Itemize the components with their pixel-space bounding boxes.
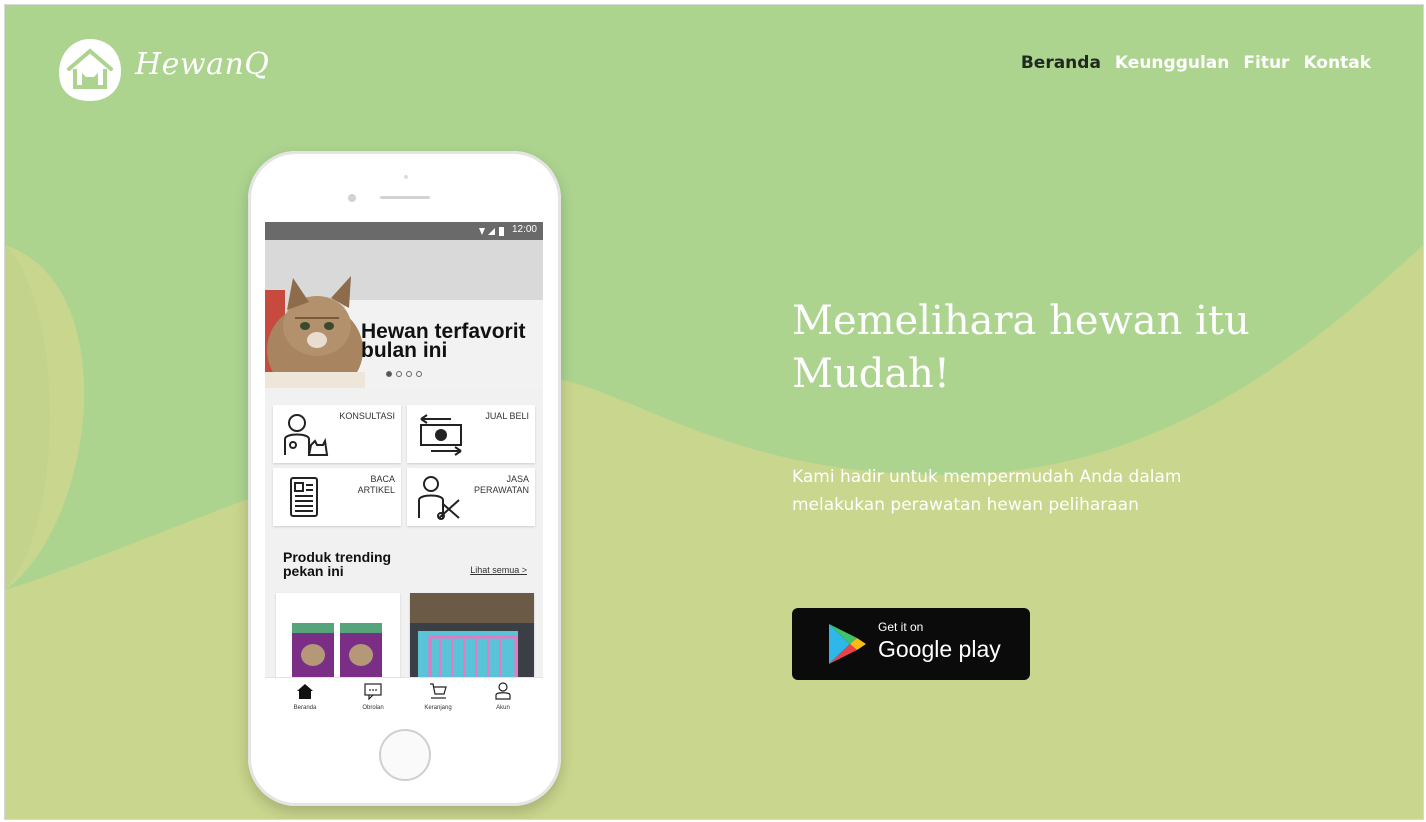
nav-link-beranda[interactable]: Beranda [1021,53,1101,73]
article-icon [290,477,318,517]
google-play-icon [829,624,866,664]
landing-page: HewanQ Beranda Keunggulan Fitur Kontak M… [0,0,1426,822]
menu-label-line: ARTIKEL [357,485,395,495]
nav-link-fitur[interactable]: Fitur [1243,53,1289,73]
hero-title: Memelihara hewan itu Mudah! [792,295,1352,401]
menu-tile-jasa-perawatan[interactable]: JASA PERAWATAN [407,468,535,526]
grooming-icon [418,476,460,520]
phone-sensor [404,175,408,179]
menu-label: JASA PERAWATAN [474,474,529,496]
menu-label: BACA ARTIKEL [358,474,395,496]
menu-label-line: PERAWATAN [473,485,529,495]
hero-section: HewanQ Beranda Keunggulan Fitur Kontak M… [4,4,1424,820]
carousel-dots [386,371,422,377]
user-icon [495,682,511,700]
background-wave [5,245,1423,819]
carousel-dot[interactable] [406,371,412,377]
menu-label-line: KONSULTASI [339,411,395,421]
store-badge-small: Get it on [878,620,924,634]
carousel-dot-active[interactable] [386,371,392,377]
bottom-nav-label: Beranda [293,705,317,711]
hero-subtitle-line: Kami hadir untuk mempermudah Anda dalam [792,467,1182,487]
banner-carousel[interactable]: Hewan terfavorit bulan ini [265,240,543,388]
phone-speaker [380,196,430,199]
banner-title: Hewan terfavorit bulan ini [361,321,526,362]
hero-subtitle: Kami hadir untuk mempermudah Anda dalam … [792,463,1312,519]
menu-tile-konsultasi[interactable]: KONSULTASI [273,405,401,463]
carousel-dot[interactable] [416,371,422,377]
bottom-nav-keranjang[interactable]: Keranjang [410,682,466,720]
store-badge-big: Google play [878,636,1001,662]
menu-label-line: JUAL BELI [485,411,529,421]
status-bar: 12:00 [265,222,543,240]
bottom-nav-label: Keranjang [424,705,452,711]
money-exchange-icon [420,414,462,456]
phone-screen: 12:00 Hewan terfavorit bulan ini KONSULT… [265,222,543,720]
phone-home-button[interactable] [379,729,431,781]
menu-tile-jual-beli[interactable]: JUAL BELI [407,405,535,463]
bottom-nav-akun[interactable]: Akun [475,682,531,720]
nav-link-kontak[interactable]: Kontak [1303,53,1371,73]
nav-link-keunggulan[interactable]: Keunggulan [1115,53,1229,73]
banner-title-line: bulan ini [361,339,448,362]
menu-label-line: BACA [370,474,395,484]
trending-title-line: Produk trending [283,549,392,565]
phone-mockup: 12:00 Hewan terfavorit bulan ini KONSULT… [248,151,561,806]
house-cat-icon [59,39,121,101]
bottom-nav-beranda[interactable]: Beranda [277,682,333,720]
bottom-nav: Beranda Obrolan Keranjang Akun [265,677,543,720]
menu-tile-baca-artikel[interactable]: BACA ARTIKEL [273,468,401,526]
carousel-dot[interactable] [396,371,402,377]
menu-label-line: JASA [506,474,529,484]
bottom-nav-obrolan[interactable]: Obrolan [345,682,401,720]
menu-label: JUAL BELI [485,411,529,422]
see-all-link[interactable]: Lihat semua > [470,565,527,575]
brand-name: HewanQ [135,47,270,82]
phone-camera [348,194,356,202]
hero-subtitle-line: melakukan perawatan hewan peliharaan [792,495,1139,515]
signal-battery-icon [479,227,504,236]
bottom-nav-label: Akun [496,705,510,711]
main-nav: Beranda Keunggulan Fitur Kontak [1021,53,1371,73]
bottom-nav-label: Obrolan [362,705,384,711]
cart-icon [430,683,447,699]
chat-icon [364,683,382,700]
menu-label: KONSULTASI [339,411,395,422]
vet-consult-icon [284,414,329,456]
trending-title-line: pekan ini [283,563,344,579]
brand-logo[interactable]: HewanQ [55,35,375,115]
google-play-button[interactable]: Get it on Google play [792,608,1030,680]
hero-title-line: Mudah! [792,351,951,397]
home-icon [297,684,313,699]
trending-title: Produk trending pekan ini [283,550,391,578]
status-time: 12:00 [511,224,537,235]
cat-photo [265,240,543,388]
hero-title-line: Memelihara hewan itu [792,298,1250,344]
